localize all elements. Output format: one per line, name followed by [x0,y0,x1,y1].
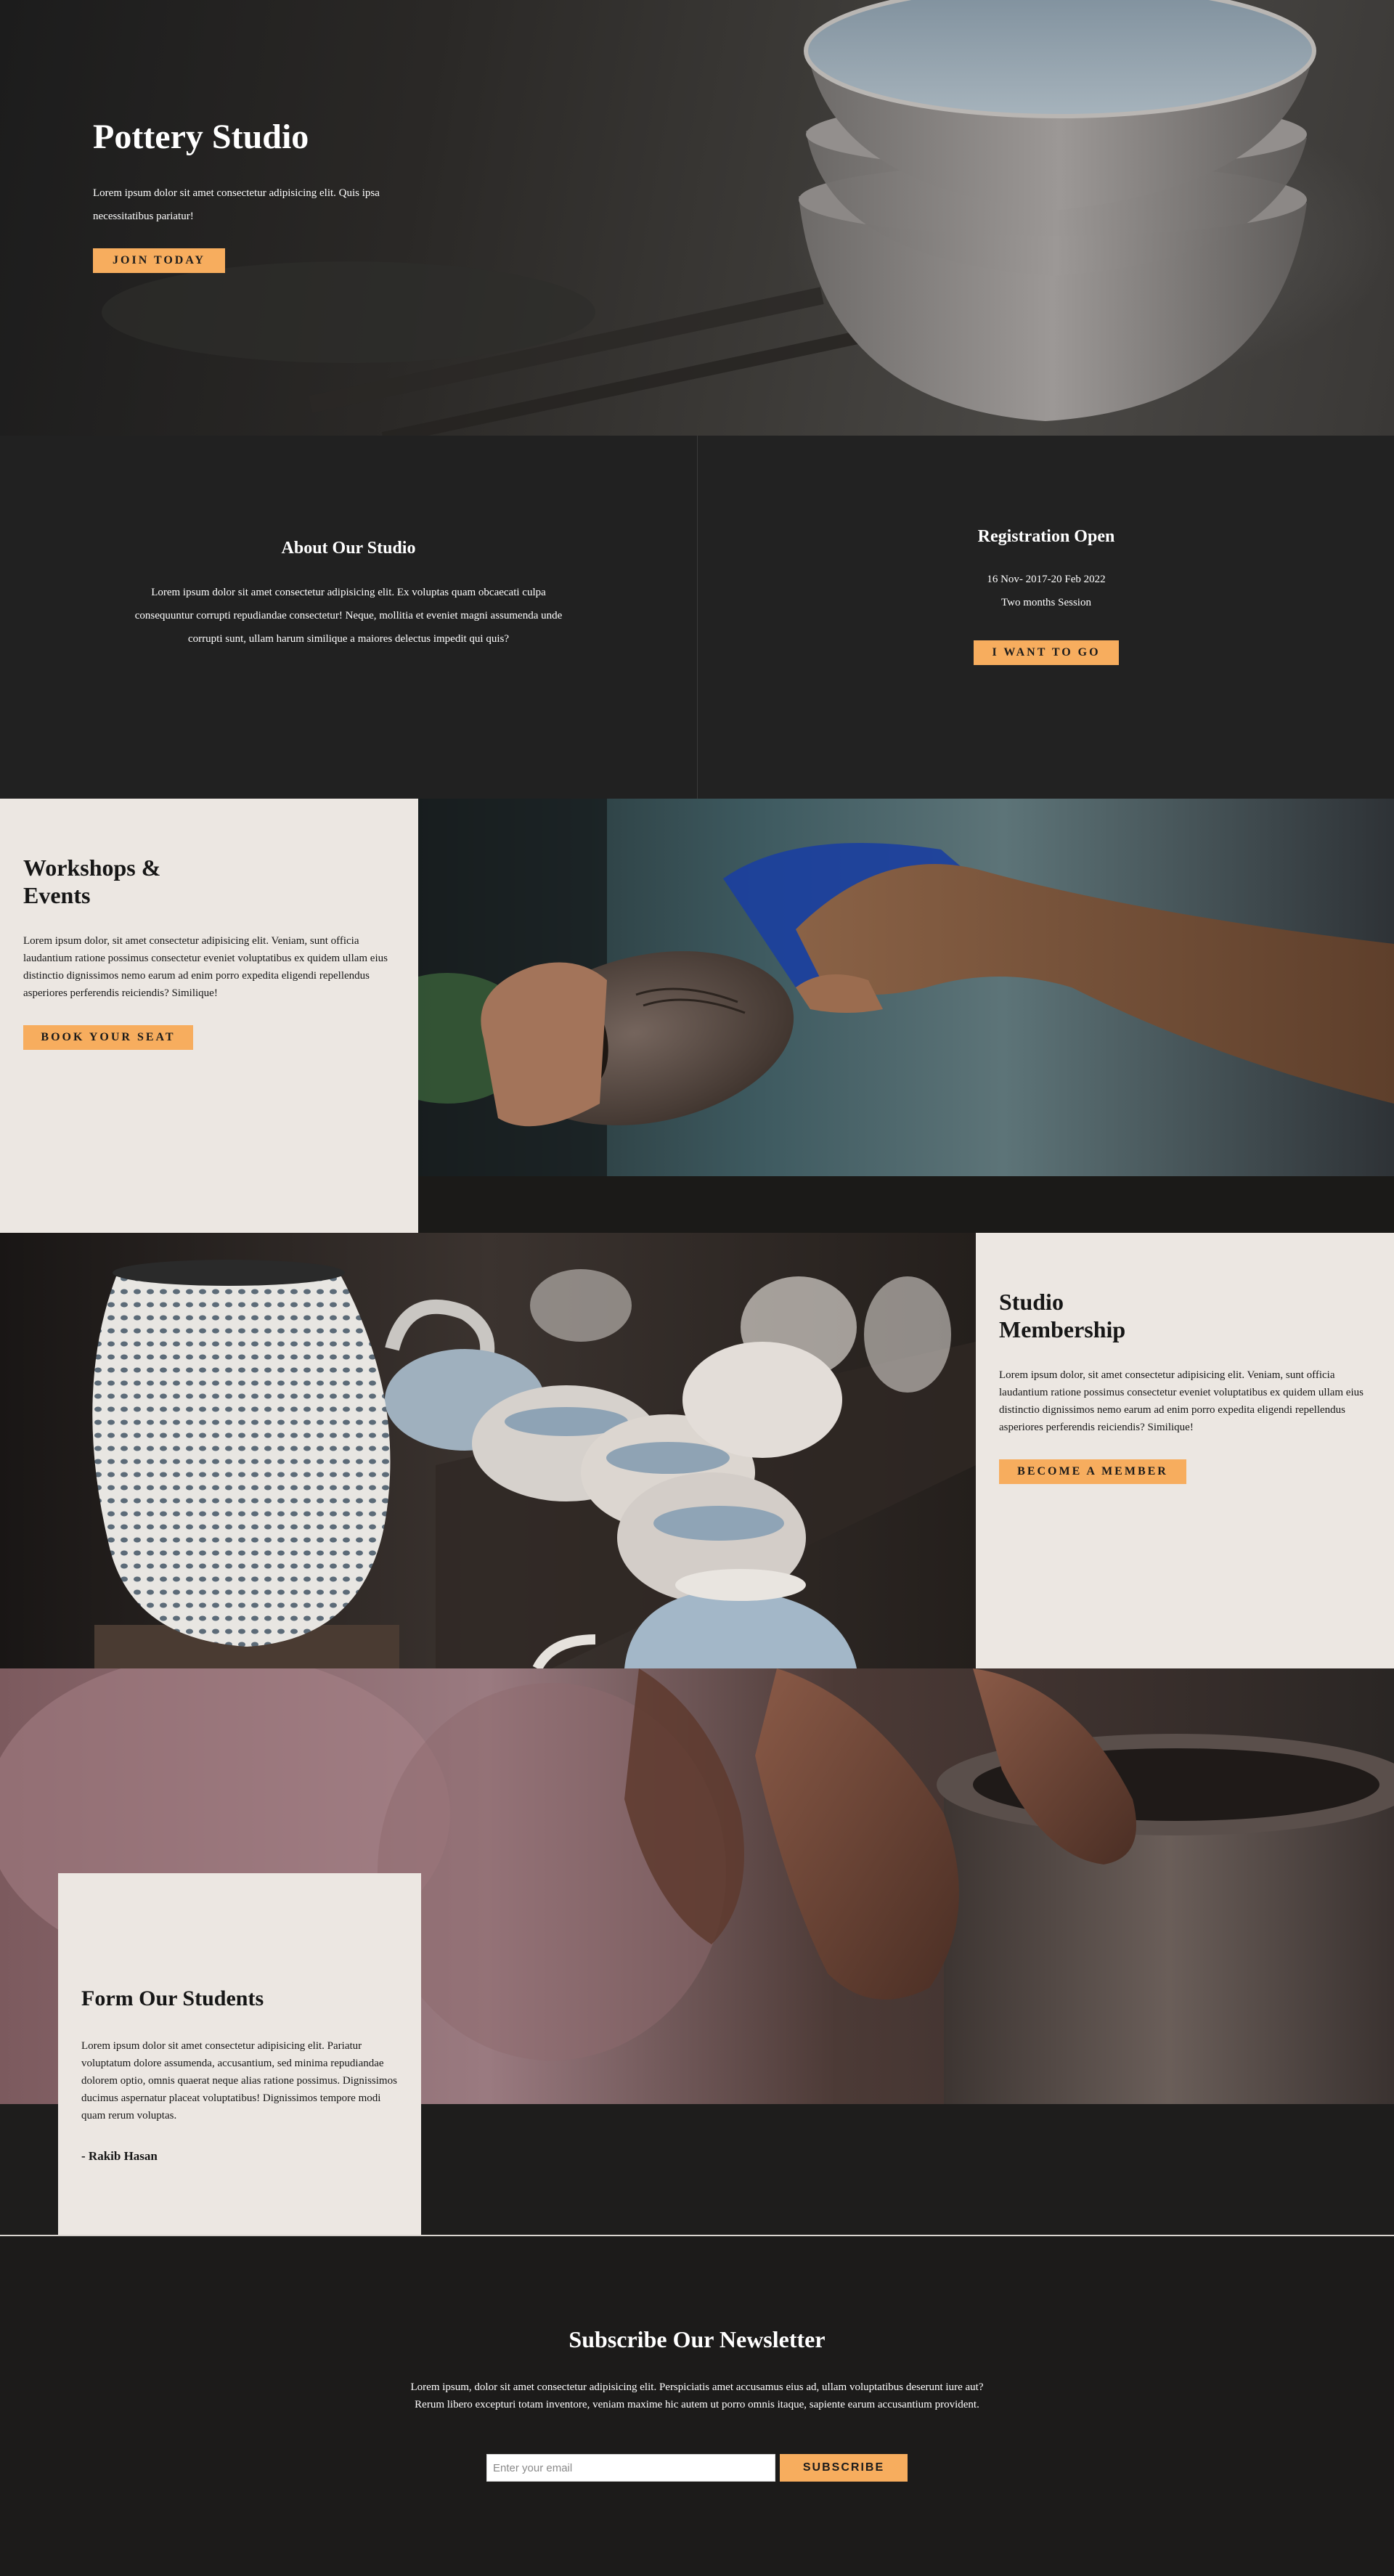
hero-title: Pottery Studio [93,118,309,156]
subscribe-button[interactable]: SUBSCRIBE [780,2454,908,2482]
workshops-image [418,799,1394,1233]
membership-title: Studio Membership [999,1289,1126,1342]
workshops-panel: Workshops & Events Lorem ipsum dolor, si… [0,799,418,1233]
info-row: About Our Studio Lorem ipsum dolor sit a… [0,436,1394,799]
workshops-title: Workshops & Events [23,855,161,908]
testimonial-text: Lorem ipsum dolor sit amet consectetur a… [81,2040,397,2121]
become-a-member-button[interactable]: BECOME A MEMBER [999,1459,1186,1484]
testimonial-author: - Rakib Hasan [81,2149,158,2163]
membership-image [0,1233,976,1668]
join-today-button[interactable]: JOIN TODAY [93,248,225,273]
hero-section: Pottery Studio Lorem ipsum dolor sit ame… [0,0,1394,436]
about-title: About Our Studio [281,539,416,558]
registration-dates: 16 Nov- 2017-20 Feb 2022 [987,574,1106,585]
registration-session: Two months Session [1001,597,1091,608]
email-input[interactable] [486,2454,775,2482]
workshops-text: Lorem ipsum dolor, sit amet consectetur … [23,935,388,999]
registration-panel: Registration Open 16 Nov- 2017-20 Feb 20… [697,436,1394,799]
newsletter-text: Lorem ipsum, dolor sit amet consectetur … [410,2381,984,2410]
hero-content: Pottery Studio Lorem ipsum dolor sit ame… [93,116,470,228]
testimonial-title: Form Our Students [81,1986,264,2010]
membership-text: Lorem ipsum dolor, sit amet consectetur … [999,1369,1364,1433]
about-panel: About Our Studio Lorem ipsum dolor sit a… [0,436,697,799]
hero-description: Lorem ipsum dolor sit amet consectetur a… [93,187,380,222]
newsletter-title: Subscribe Our Newsletter [568,2326,826,2352]
testimonial-card: Form Our Students Lorem ipsum dolor sit … [58,1873,421,2235]
i-want-to-go-button[interactable]: I WANT TO GO [974,640,1119,665]
membership-panel: Studio Membership Lorem ipsum dolor, sit… [976,1233,1394,1668]
book-your-seat-button[interactable]: BOOK YOUR SEAT [23,1025,193,1050]
about-text: Lorem ipsum dolor sit amet consectetur a… [134,587,563,645]
registration-title: Registration Open [977,527,1115,546]
newsletter-section: Subscribe Our Newsletter Lorem ipsum, do… [0,2236,1394,2576]
